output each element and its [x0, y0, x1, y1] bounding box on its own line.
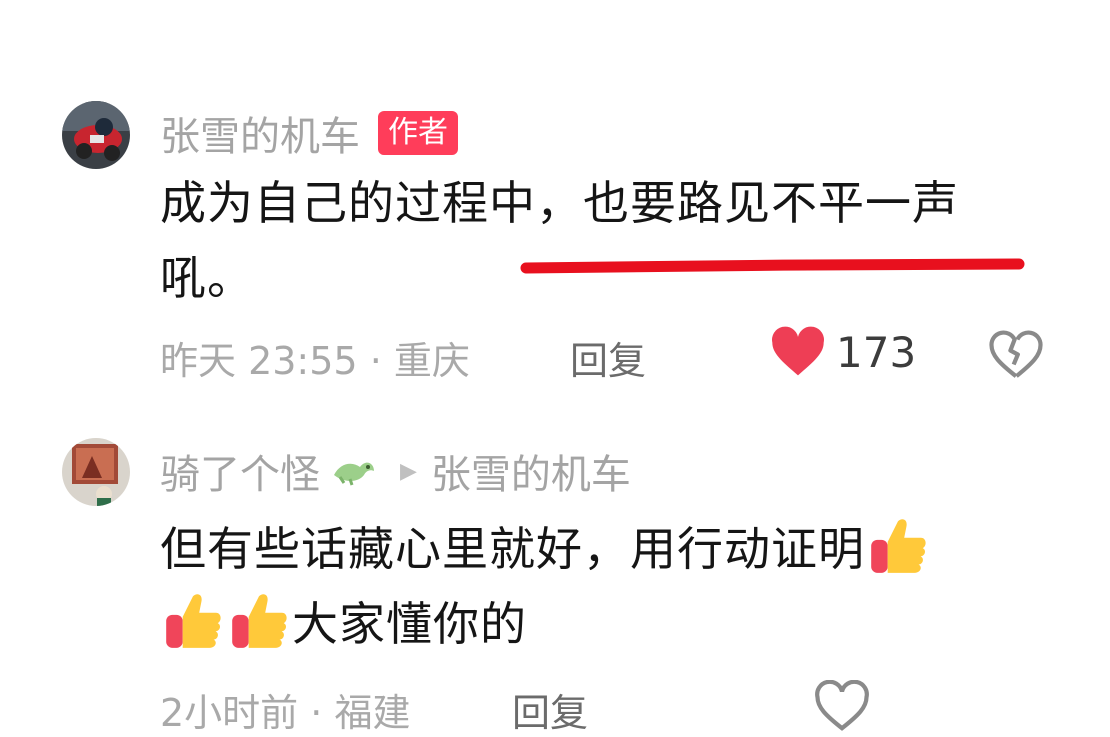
comment-text-segment: 但有些话藏心里就好，用行动证明	[160, 522, 865, 576]
thumbs-up-icon	[232, 594, 287, 648]
avatar[interactable]	[62, 101, 130, 169]
like-button[interactable]: 173	[770, 326, 916, 378]
like-count: 173	[836, 327, 917, 377]
comment-location: 重庆	[393, 339, 470, 383]
comment-time: 昨天 23:55	[160, 339, 358, 383]
comment-meta: 昨天 23:55 · 重庆	[160, 330, 470, 385]
comment-text-line: 大家懂你的	[160, 587, 1050, 662]
thumbs-up-icon	[871, 519, 926, 573]
thumbs-up-icon	[166, 594, 221, 648]
comment-text-segment: 大家懂你的	[292, 597, 527, 651]
red-underline-annotation	[520, 258, 1025, 274]
comment-text-line: 吼。	[160, 251, 254, 305]
name-row: 骑了个怪 ▶ 张雪的机车	[160, 442, 631, 500]
name-row: 张雪的机车 作者	[160, 104, 458, 162]
heart-icon	[772, 326, 824, 376]
username[interactable]: 骑了个怪	[160, 442, 320, 500]
heart-outline-icon[interactable]	[814, 680, 870, 732]
comment-text-line: 但有些话藏心里就好，用行动证明	[160, 512, 1050, 587]
meta-separator: ·	[369, 339, 394, 383]
meta-separator: ·	[310, 691, 335, 735]
reply-button[interactable]: 回复	[512, 682, 588, 737]
reply-button[interactable]: 回复	[570, 330, 646, 385]
author-badge: 作者	[378, 111, 458, 155]
comment-text-line: 成为自己的过程中，也要路见不平一声	[160, 176, 959, 230]
broken-heart-icon[interactable]	[988, 328, 1044, 380]
username[interactable]: 张雪的机车	[160, 104, 360, 162]
comment-text[interactable]: 成为自己的过程中，也要路见不平一声 吼。	[160, 166, 1050, 316]
comment-time: 2小时前	[160, 691, 299, 735]
comment-location: 福建	[334, 691, 411, 735]
play-arrow-icon: ▶	[400, 458, 417, 484]
reply-to-username[interactable]: 张雪的机车	[431, 442, 631, 500]
dragon-emoji-icon	[334, 462, 374, 486]
comment-text[interactable]: 但有些话藏心里就好，用行动证明 大家懂你的	[160, 512, 1050, 662]
comment-meta: 2小时前 · 福建	[160, 682, 410, 737]
avatar[interactable]	[62, 438, 130, 506]
